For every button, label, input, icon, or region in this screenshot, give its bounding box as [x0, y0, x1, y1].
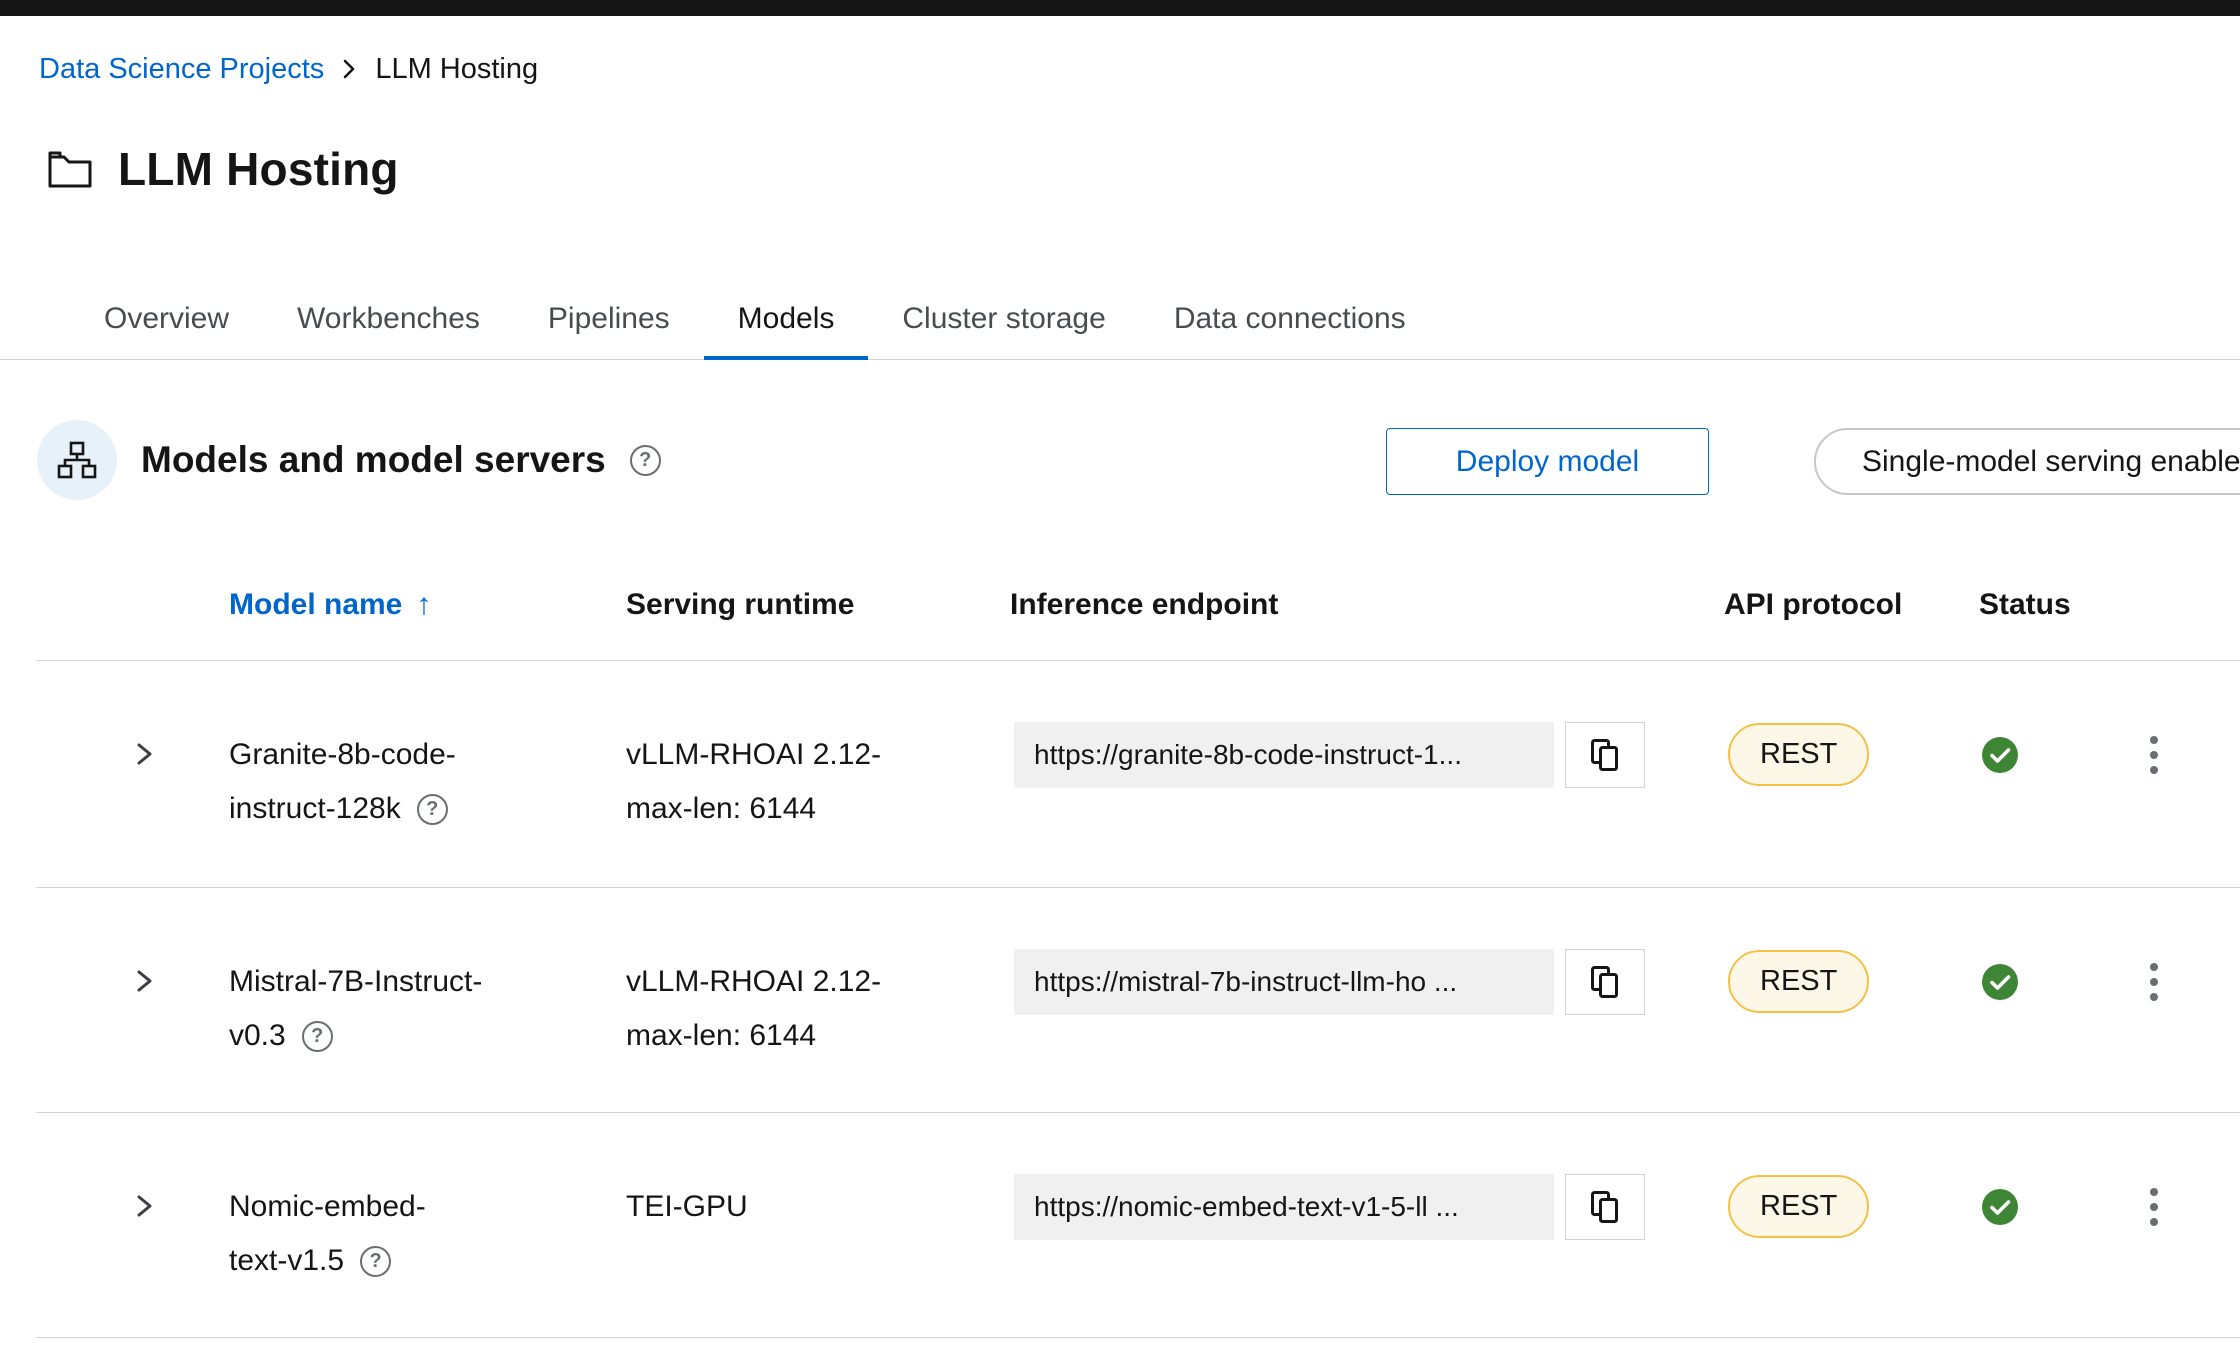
row-expand-toggle[interactable] [132, 741, 156, 770]
breadcrumb-current: LLM Hosting [375, 52, 538, 86]
chevron-right-icon [132, 968, 156, 994]
api-protocol-cell: REST [1724, 1113, 1979, 1337]
chevron-right-icon [132, 1193, 156, 1219]
status-cell [1979, 661, 2120, 887]
row-actions-kebab[interactable] [2142, 955, 2166, 1009]
model-server-icon [37, 420, 117, 500]
model-name-cell: Granite-8b-code- instruct-128k ? [229, 661, 626, 887]
row-actions-kebab[interactable] [2142, 1180, 2166, 1234]
masthead-bar [0, 0, 2240, 16]
serving-mode-badge: Single-model serving enabled [1814, 428, 2240, 495]
endpoint-input[interactable] [1014, 722, 1554, 788]
endpoint-input[interactable] [1014, 1174, 1554, 1240]
model-name-cell: Mistral-7B-Instruct- v0.3 ? [229, 888, 626, 1112]
tab-cluster-storage[interactable]: Cluster storage [868, 304, 1139, 359]
chevron-right-icon [132, 741, 156, 767]
breadcrumb-link-projects[interactable]: Data Science Projects [39, 52, 324, 86]
tab-workbenches[interactable]: Workbenches [263, 304, 514, 359]
model-name-line2: v0.3 [229, 1009, 286, 1063]
help-icon[interactable]: ? [630, 445, 661, 476]
help-icon[interactable]: ? [360, 1246, 391, 1277]
table-row: Mistral-7B-Instruct- v0.3 ? vLLM-RHOAI 2… [36, 888, 2240, 1113]
serving-runtime-cell: TEI-GPU [626, 1113, 1010, 1337]
row-actions-kebab[interactable] [2142, 728, 2166, 782]
help-icon[interactable]: ? [417, 794, 448, 825]
status-cell [1979, 1113, 2120, 1337]
section-title: Models and model servers [141, 439, 606, 481]
tab-bar: Overview Workbenches Pipelines Models Cl… [0, 304, 2240, 360]
header-expand-spacer [36, 588, 229, 622]
copy-button[interactable] [1565, 1174, 1645, 1240]
project-folder-icon [46, 148, 94, 190]
column-header-inference-endpoint: Inference endpoint [1010, 588, 1724, 622]
sort-ascending-icon: ↑ [416, 588, 431, 622]
copy-icon [1590, 965, 1620, 999]
api-protocol-badge: REST [1728, 950, 1869, 1013]
inference-endpoint-cell [1010, 888, 1724, 1112]
tab-data-connections[interactable]: Data connections [1140, 304, 1440, 359]
page-header: LLM Hosting [46, 138, 2240, 200]
row-expand-toggle[interactable] [132, 1193, 156, 1222]
column-header-api-protocol: API protocol [1724, 588, 1979, 622]
model-name-line2: text-v1.5 [229, 1234, 344, 1288]
copy-icon [1590, 1190, 1620, 1224]
header-kebab-spacer [2120, 588, 2240, 622]
status-cell [1979, 888, 2120, 1112]
model-name-line2: instruct-128k [229, 782, 401, 836]
serving-runtime-cell: vLLM-RHOAI 2.12- max-len: 6144 [626, 661, 1010, 887]
table-header-row: Model name ↑ Serving runtime Inference e… [36, 588, 2240, 661]
api-protocol-badge: REST [1728, 723, 1869, 786]
inference-endpoint-cell [1010, 661, 1724, 887]
row-expand-toggle[interactable] [132, 968, 156, 997]
copy-button[interactable] [1565, 949, 1645, 1015]
status-success-icon [1981, 1188, 2019, 1226]
model-name-line1: Mistral-7B-Instruct- [229, 955, 626, 1009]
model-name-line1: Nomic-embed- [229, 1180, 626, 1234]
table-row: Granite-8b-code- instruct-128k ? vLLM-RH… [36, 661, 2240, 888]
copy-button[interactable] [1565, 722, 1645, 788]
tab-models[interactable]: Models [704, 304, 869, 359]
copy-icon [1590, 738, 1620, 772]
tab-pipelines[interactable]: Pipelines [514, 304, 704, 359]
deploy-model-button[interactable]: Deploy model [1386, 428, 1709, 495]
models-toolbar: Models and model servers ? Deploy model … [0, 420, 2240, 500]
model-name-cell: Nomic-embed- text-v1.5 ? [229, 1113, 626, 1337]
model-name-line1: Granite-8b-code- [229, 728, 626, 782]
serving-runtime-cell: vLLM-RHOAI 2.12- max-len: 6144 [626, 888, 1010, 1112]
tab-overview[interactable]: Overview [70, 304, 263, 359]
column-header-serving-runtime: Serving runtime [626, 588, 1010, 622]
inference-endpoint-cell [1010, 1113, 1724, 1337]
page-title: LLM Hosting [118, 142, 399, 196]
help-icon[interactable]: ? [302, 1021, 333, 1052]
api-protocol-badge: REST [1728, 1175, 1869, 1238]
breadcrumb: Data Science Projects LLM Hosting [39, 52, 2240, 86]
api-protocol-cell: REST [1724, 888, 1979, 1112]
status-success-icon [1981, 736, 2019, 774]
endpoint-input[interactable] [1014, 949, 1554, 1015]
status-success-icon [1981, 963, 2019, 1001]
column-header-model-name[interactable]: Model name ↑ [229, 588, 626, 622]
table-row: Nomic-embed- text-v1.5 ? TEI-GPU REST [36, 1113, 2240, 1338]
breadcrumb-chevron-icon [342, 57, 357, 81]
column-header-status: Status [1979, 588, 2120, 622]
api-protocol-cell: REST [1724, 661, 1979, 887]
